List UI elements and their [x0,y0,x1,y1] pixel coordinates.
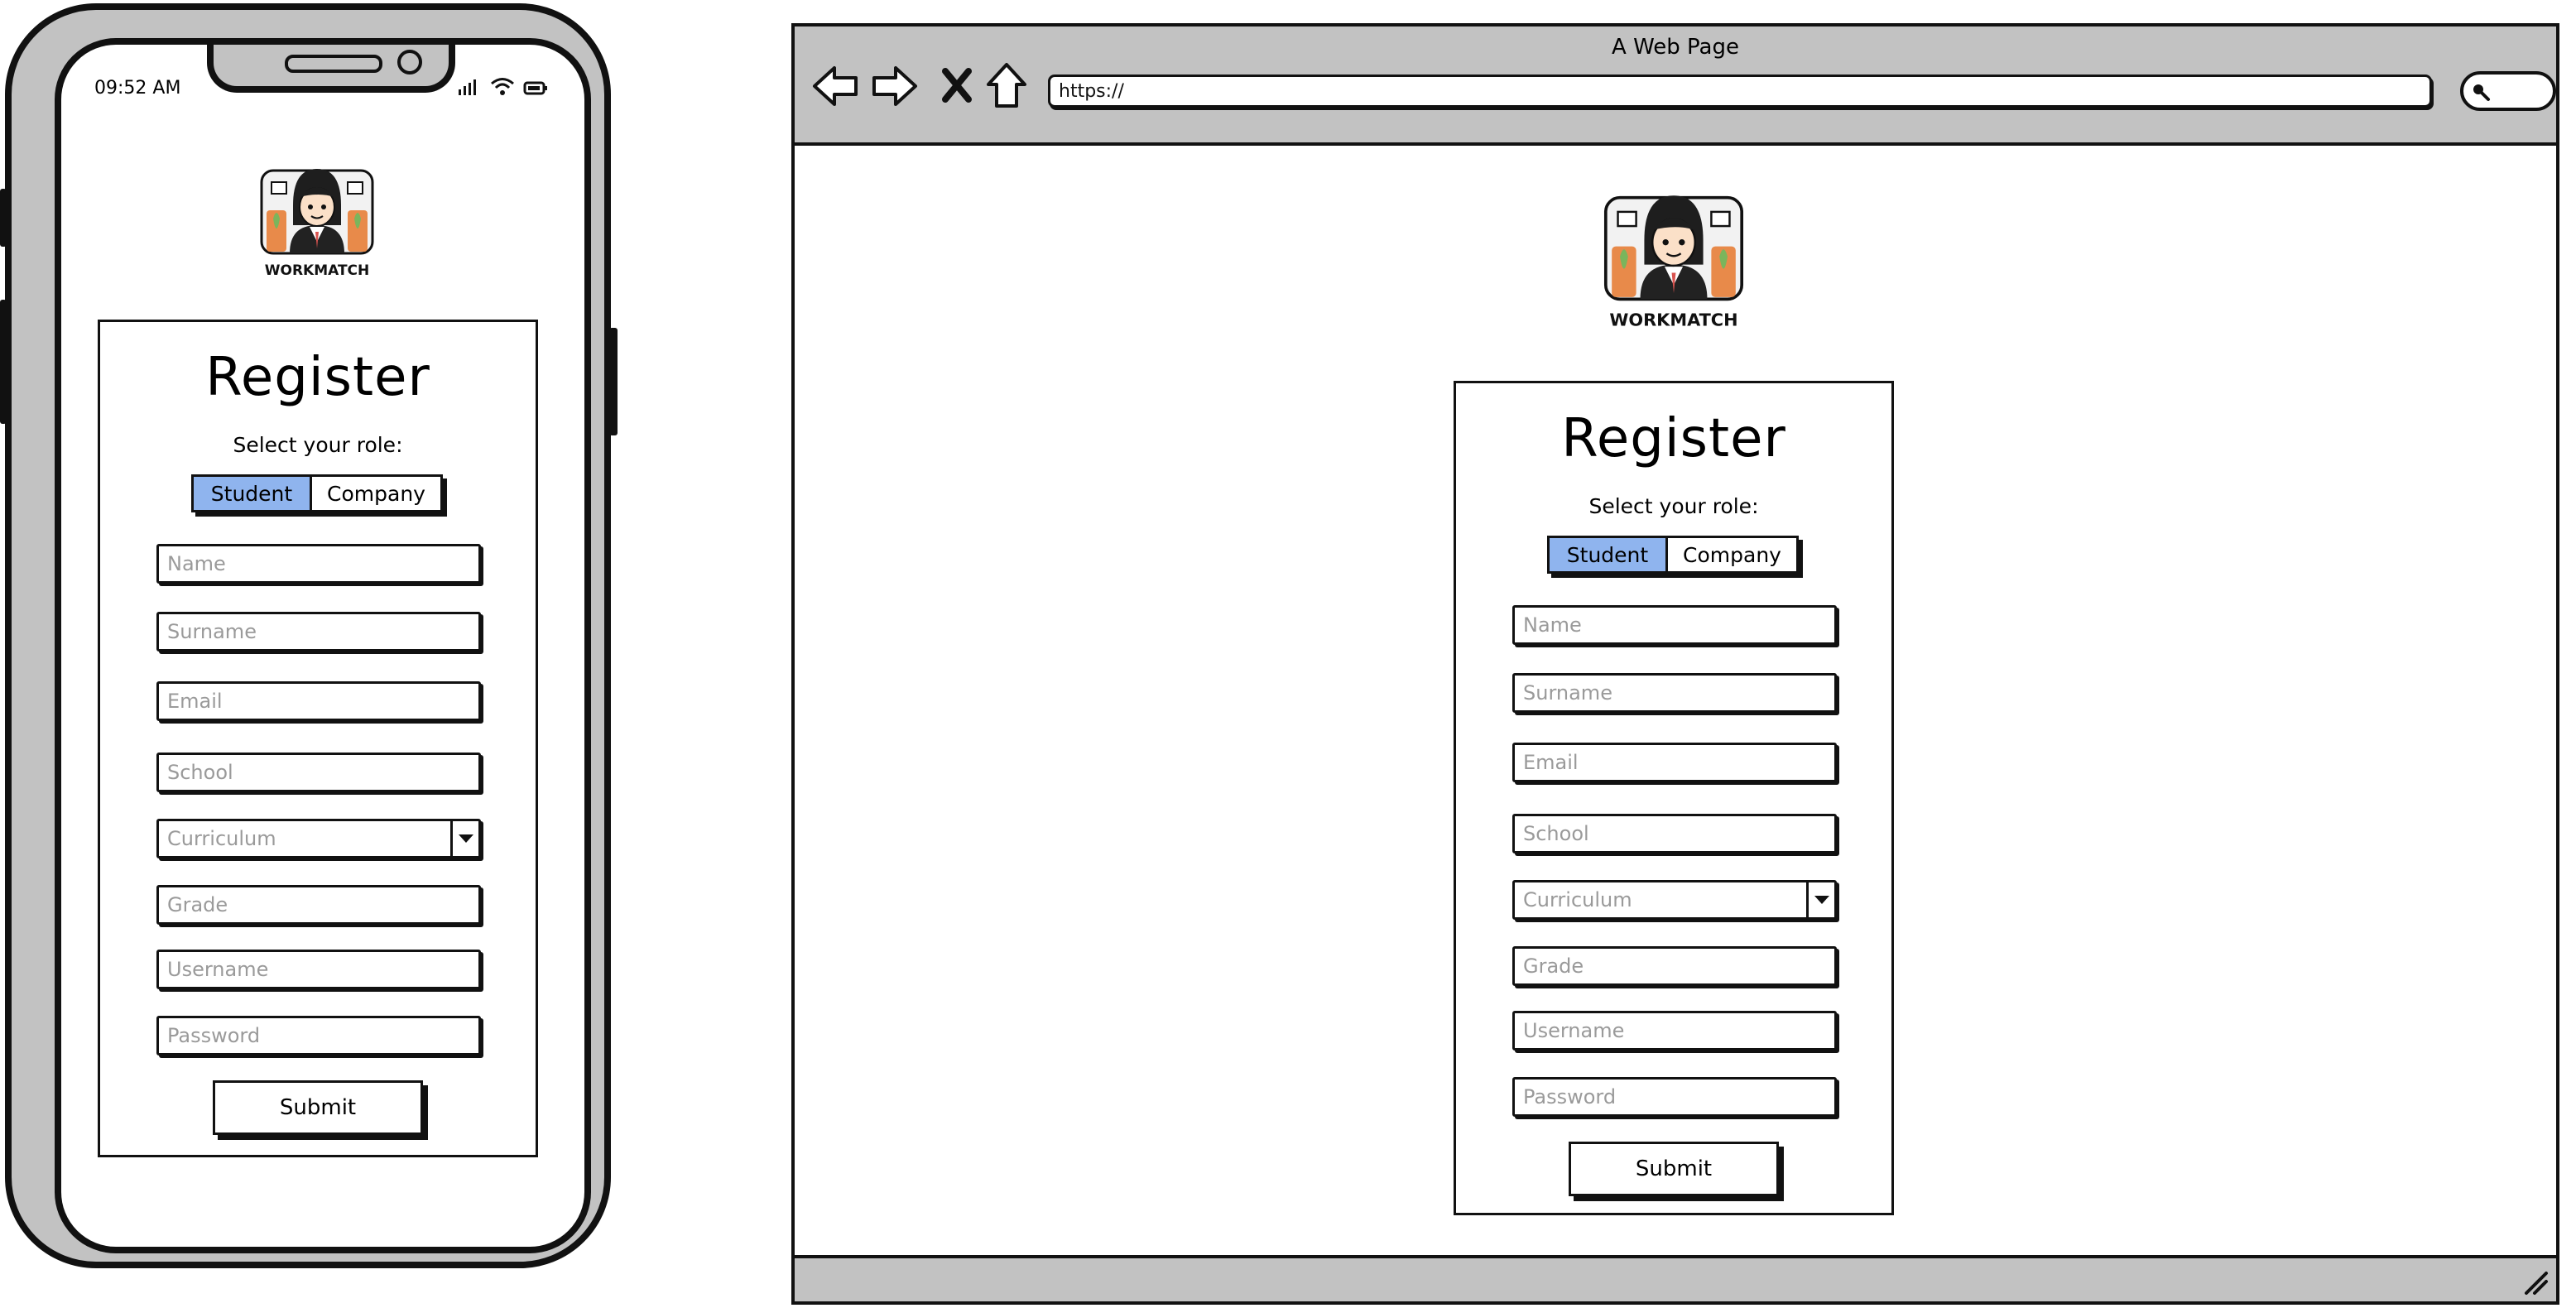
page-title: Register [1561,408,1786,469]
email-field[interactable] [156,681,481,721]
surname-field[interactable] [1512,673,1837,713]
grade-input[interactable] [159,893,478,916]
browser-toolbar: A Web Page [795,26,2556,146]
password-input[interactable] [1515,1085,1834,1108]
workmatch-logo: WORKMATCH [260,169,374,279]
role-student-button[interactable]: Student [1550,538,1668,571]
grade-field[interactable] [156,885,481,925]
username-field[interactable] [1512,1011,1837,1051]
curriculum-select[interactable]: Curriculum [156,819,481,858]
browser-window: A Web Page https:// WORKMATCH Register S… [791,23,2559,1305]
signal-icon [459,79,476,95]
email-input[interactable] [159,690,478,713]
camera-icon [397,50,422,75]
url-input[interactable] [1050,80,2429,102]
logo-text: WORKMATCH [265,262,370,279]
phone-notch [207,45,455,93]
search-icon [2473,84,2490,101]
surname-input[interactable] [1515,681,1834,704]
home-icon[interactable] [985,61,1028,109]
role-company-button[interactable]: Company [1668,538,1796,571]
status-icons [457,76,548,96]
role-label: Select your role: [1588,494,1759,518]
curriculum-dropdown-button[interactable] [450,821,478,856]
wifi-icon [491,78,514,95]
submit-button[interactable]: Submit [1569,1142,1779,1196]
url-bar[interactable] [1048,75,2432,108]
password-field[interactable] [156,1016,481,1056]
page-title: Register [205,347,430,408]
register-form: Register Select your role: Student Compa… [98,320,538,1157]
school-input[interactable] [1515,822,1834,845]
role-company-button[interactable]: Company [312,477,440,510]
grade-field[interactable] [1512,946,1837,986]
back-arrow-icon[interactable] [811,63,861,109]
surname-field[interactable] [156,612,481,652]
username-field[interactable] [156,950,481,989]
speaker-icon [285,55,382,73]
browser-search-box[interactable] [2460,71,2556,111]
surname-input[interactable] [159,620,478,643]
forward-arrow-icon[interactable] [869,63,919,109]
school-field[interactable] [1512,814,1837,854]
chevron-down-icon [1814,896,1829,904]
name-field[interactable] [156,544,481,584]
username-input[interactable] [1515,1019,1834,1042]
curriculum-dropdown-button[interactable] [1806,882,1834,917]
phone-screen: 09:52 AM WORKMATCH Register Select your … [55,38,591,1253]
role-label: Select your role: [233,433,403,457]
role-toggle: Student Company [1547,536,1799,574]
register-form: Register Select your role: Student Compa… [1454,381,1894,1215]
role-student-button[interactable]: Student [194,477,312,510]
workmatch-logo: WORKMATCH [1603,195,1744,329]
password-field[interactable] [1512,1077,1837,1117]
phone-frame: 09:52 AM WORKMATCH Register Select your … [5,3,611,1268]
school-field[interactable] [156,753,481,792]
curriculum-select[interactable]: Curriculum [1512,880,1837,920]
name-input[interactable] [159,552,478,575]
logo-text: WORKMATCH [1609,310,1737,329]
role-toggle: Student Company [191,474,443,512]
curriculum-select-value: Curriculum [1523,888,1632,911]
grade-input[interactable] [1515,955,1834,978]
browser-title: A Web Page [1612,35,1739,60]
chevron-down-icon [458,834,473,843]
school-input[interactable] [159,761,478,784]
status-time: 09:52 AM [94,78,181,99]
password-input[interactable] [159,1024,478,1047]
resize-grip-icon[interactable] [2521,1268,2550,1296]
name-input[interactable] [1515,613,1834,637]
username-input[interactable] [159,958,478,981]
email-field[interactable] [1512,743,1837,782]
close-icon[interactable] [940,66,973,104]
name-field[interactable] [1512,605,1837,645]
curriculum-select-value: Curriculum [167,827,276,850]
email-input[interactable] [1515,751,1834,774]
browser-status-bar [795,1255,2556,1301]
submit-button[interactable]: Submit [213,1080,423,1135]
battery-icon [523,81,547,95]
